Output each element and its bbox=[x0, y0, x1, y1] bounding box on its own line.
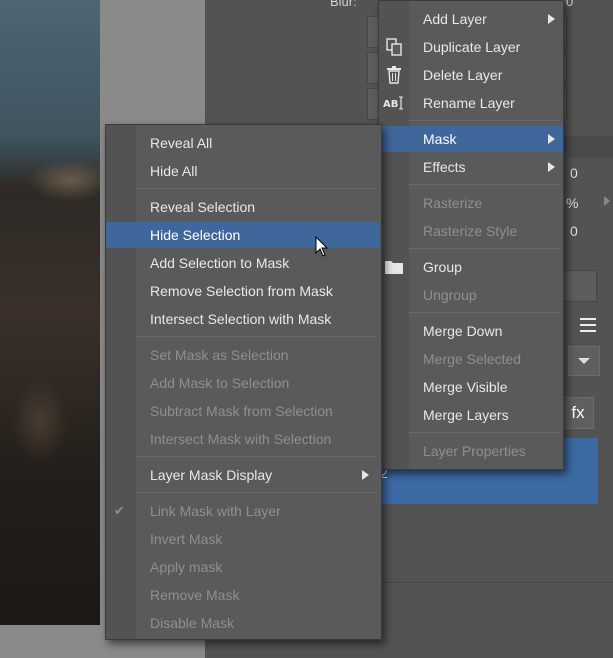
menu-item-label: Hide All bbox=[150, 163, 198, 179]
menu-separator bbox=[136, 492, 377, 493]
menu-separator bbox=[136, 456, 377, 457]
menu-item-merge-down[interactable]: Merge Down bbox=[379, 318, 563, 344]
menu-item-apply-mask[interactable]: Apply mask bbox=[106, 554, 381, 580]
menu-item-reveal-all[interactable]: Reveal All bbox=[106, 130, 381, 156]
blend-mode-dropdown[interactable] bbox=[568, 346, 600, 376]
menu-item-label: Ungroup bbox=[423, 287, 477, 303]
menu-item-layer-mask-display[interactable]: Layer Mask Display bbox=[106, 462, 381, 488]
submenu-arrow-icon bbox=[548, 134, 555, 144]
fx-button[interactable]: fx bbox=[562, 397, 594, 429]
menu-item-label: Delete Layer bbox=[423, 67, 503, 83]
menu-item-label: Apply mask bbox=[150, 559, 223, 575]
menu-item-intersect-selection-with-mask[interactable]: Intersect Selection with Mask bbox=[106, 306, 381, 332]
folder-icon bbox=[383, 258, 405, 276]
menu-item-label: Merge Down bbox=[423, 323, 503, 339]
menu-separator bbox=[136, 188, 377, 189]
layers-menu-icon[interactable] bbox=[580, 318, 596, 336]
blur-value: 0 bbox=[566, 0, 574, 9]
trash-icon bbox=[383, 66, 405, 84]
menu-item-merge-selected[interactable]: Merge Selected bbox=[379, 346, 563, 372]
menu-item-merge-visible[interactable]: Merge Visible bbox=[379, 374, 563, 400]
menu-item-label: Layer Mask Display bbox=[150, 467, 273, 483]
menu-item-duplicate-layer[interactable]: Duplicate Layer bbox=[379, 34, 563, 60]
menu-item-rasterize[interactable]: Rasterize bbox=[379, 190, 563, 216]
menu-item-group[interactable]: Group bbox=[379, 254, 563, 280]
menu-item-label: Duplicate Layer bbox=[423, 39, 521, 55]
menu-item-label: Remove Mask bbox=[150, 587, 240, 603]
panel-value: 0 bbox=[570, 223, 578, 239]
panel-value: % bbox=[566, 195, 579, 211]
menu-item-label: Effects bbox=[423, 159, 466, 175]
menu-item-delete-layer[interactable]: Delete Layer bbox=[379, 62, 563, 88]
menu-item-layer-properties[interactable]: Layer Properties bbox=[379, 438, 563, 464]
submenu-arrow-icon bbox=[548, 14, 555, 24]
menu-item-label: Disable Mask bbox=[150, 615, 235, 631]
menu-item-set-mask-as-selection[interactable]: Set Mask as Selection bbox=[106, 342, 381, 368]
checkmark-icon: ✔ bbox=[114, 503, 125, 518]
menu-item-label: Reveal All bbox=[150, 135, 213, 151]
menu-item-label: Set Mask as Selection bbox=[150, 347, 289, 363]
menu-item-hide-selection[interactable]: Hide Selection bbox=[106, 222, 379, 248]
svg-text:AB: AB bbox=[383, 99, 398, 110]
menu-item-label: Rename Layer bbox=[423, 95, 515, 111]
menu-item-label: Remove Selection from Mask bbox=[150, 283, 333, 299]
menu-item-label: Mask bbox=[423, 131, 457, 147]
menu-separator bbox=[409, 432, 559, 433]
menu-item-label: Layer Properties bbox=[423, 443, 526, 459]
duplicate-icon bbox=[383, 38, 405, 56]
menu-item-label: Intersect Mask with Selection bbox=[150, 431, 332, 447]
menu-item-hide-all[interactable]: Hide All bbox=[106, 158, 381, 184]
blur-label: Blur: bbox=[330, 0, 357, 9]
menu-item-label: Merge Visible bbox=[423, 379, 508, 395]
mouse-cursor-icon bbox=[315, 236, 329, 257]
menu-item-label: Add Layer bbox=[423, 11, 487, 27]
menu-separator bbox=[409, 312, 559, 313]
menu-item-label: Merge Layers bbox=[423, 407, 509, 423]
menu-separator bbox=[409, 184, 559, 185]
menu-item-mask[interactable]: Mask bbox=[379, 126, 563, 152]
submenu-arrow-icon bbox=[362, 470, 369, 480]
menu-item-effects[interactable]: Effects bbox=[379, 154, 563, 180]
menu-item-reveal-selection[interactable]: Reveal Selection bbox=[106, 194, 381, 220]
menu-item-ungroup[interactable]: Ungroup bbox=[379, 282, 563, 308]
menu-separator bbox=[136, 336, 377, 337]
menu-separator bbox=[409, 120, 559, 121]
canvas-image bbox=[0, 0, 100, 625]
rename-icon: AB bbox=[383, 94, 405, 112]
menu-item-rename-layer[interactable]: AB Rename Layer bbox=[379, 90, 563, 116]
submenu-arrow-icon bbox=[548, 162, 555, 172]
menu-item-rasterize-style[interactable]: Rasterize Style bbox=[379, 218, 563, 244]
menu-item-remove-mask[interactable]: Remove Mask bbox=[106, 582, 381, 608]
menu-item-add-mask-to-selection[interactable]: Add Mask to Selection bbox=[106, 370, 381, 396]
panel-expand-icon[interactable] bbox=[603, 195, 611, 207]
menu-item-label: Rasterize Style bbox=[423, 223, 518, 239]
menu-item-label: Add Mask to Selection bbox=[150, 375, 290, 391]
menu-item-label: Link Mask with Layer bbox=[150, 503, 281, 519]
panel-value: 0 bbox=[570, 165, 578, 181]
menu-item-label: Intersect Selection with Mask bbox=[150, 311, 332, 327]
menu-item-label: Reveal Selection bbox=[150, 199, 256, 215]
menu-item-label: Add Selection to Mask bbox=[150, 255, 290, 271]
menu-item-merge-layers[interactable]: Merge Layers bbox=[379, 402, 563, 428]
menu-item-add-selection-to-mask[interactable]: Add Selection to Mask bbox=[106, 250, 381, 276]
menu-item-add-layer[interactable]: Add Layer bbox=[379, 6, 563, 32]
menu-item-intersect-mask-with-selection[interactable]: Intersect Mask with Selection bbox=[106, 426, 381, 452]
layer-context-menu: Add Layer Duplicate Layer Delete Layer A… bbox=[378, 0, 564, 470]
menu-separator bbox=[409, 248, 559, 249]
mask-submenu: Reveal All Hide All Reveal Selection Hid… bbox=[105, 124, 382, 640]
menu-item-invert-mask[interactable]: Invert Mask bbox=[106, 526, 381, 552]
menu-item-label: Subtract Mask from Selection bbox=[150, 403, 333, 419]
menu-item-link-mask-with-layer[interactable]: ✔ Link Mask with Layer bbox=[106, 498, 381, 524]
panel-divider bbox=[380, 582, 613, 583]
menu-item-label: Invert Mask bbox=[150, 531, 223, 547]
menu-item-remove-selection-from-mask[interactable]: Remove Selection from Mask bbox=[106, 278, 381, 304]
menu-item-label: Merge Selected bbox=[423, 351, 522, 367]
menu-item-disable-mask[interactable]: Disable Mask bbox=[106, 610, 381, 636]
menu-item-subtract-mask-from-selection[interactable]: Subtract Mask from Selection bbox=[106, 398, 381, 424]
menu-item-label: Hide Selection bbox=[150, 227, 241, 243]
menu-item-label: Rasterize bbox=[423, 195, 483, 211]
menu-item-label: Group bbox=[423, 259, 462, 275]
